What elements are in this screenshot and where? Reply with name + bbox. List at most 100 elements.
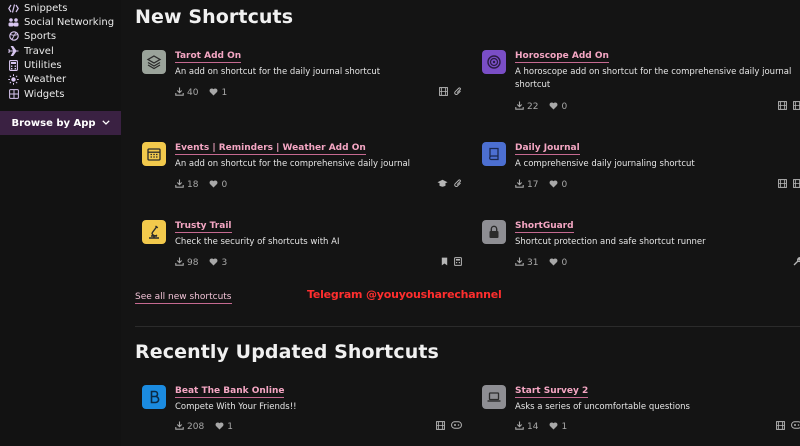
- download-count: 18: [187, 180, 199, 190]
- code-icon: [8, 3, 19, 14]
- graduation-cap-icon: [437, 179, 448, 191]
- shortcut-name-link[interactable]: Start Survey 2: [515, 386, 589, 398]
- lock-icon: [482, 220, 506, 244]
- calendar-icon: [142, 142, 166, 166]
- like-count: 3: [221, 258, 228, 268]
- sidebar-item-label: Snippets: [24, 2, 68, 14]
- calculator-icon: [8, 59, 19, 71]
- film-icon: [793, 179, 800, 191]
- laptop-icon: [482, 385, 506, 409]
- shortcut-card[interactable]: Start Survey 2 Asks a series of uncomfor…: [482, 385, 800, 446]
- download-icon: [515, 179, 524, 191]
- download-icon: [515, 101, 524, 113]
- shortcut-tags: [776, 421, 800, 433]
- shortcut-tags: [439, 87, 462, 99]
- heart-icon: [549, 421, 558, 433]
- like-count: 0: [561, 258, 568, 268]
- shortcut-stats: 208 1: [175, 421, 233, 433]
- download-icon: [515, 257, 524, 269]
- shortcut-description: An add on shortcut for the daily journal…: [175, 67, 381, 77]
- heart-icon: [549, 179, 558, 191]
- shortcut-description: Compete With Your Friends!!: [175, 402, 297, 412]
- film-icon: [436, 421, 445, 433]
- download-icon: [515, 421, 524, 433]
- download-count: 22: [527, 102, 539, 112]
- sidebar-item-label: Widgets: [24, 88, 65, 100]
- download-count: 17: [527, 180, 539, 190]
- sidebar: Snippets Social Networking Sports Travel…: [0, 0, 121, 446]
- b-icon: [142, 385, 166, 409]
- shortcut-description: Asks a series of uncomfortable questions: [515, 402, 690, 412]
- shortcut-name-link[interactable]: ShortGuard: [515, 221, 574, 233]
- section-title-new-shortcuts: New Shortcuts: [135, 6, 294, 28]
- like-count: 0: [221, 180, 228, 190]
- shortcut-tags: [436, 421, 462, 433]
- shortcut-card[interactable]: Events | Reminders | Weather Add On An a…: [142, 142, 462, 206]
- shortcut-name-link[interactable]: Events | Reminders | Weather Add On: [175, 143, 366, 155]
- target-icon: [482, 50, 506, 74]
- gamepad-icon: [451, 421, 462, 433]
- book-icon: [482, 142, 506, 166]
- sidebar-item-label: Utilities: [24, 59, 62, 71]
- download-count: 98: [187, 258, 199, 268]
- shortcut-name-link[interactable]: Trusty Trail: [175, 221, 232, 233]
- ball-icon: [8, 31, 19, 42]
- shortcut-stats: 98 3: [175, 257, 227, 269]
- shortcut-stats: 18 0: [175, 179, 227, 191]
- sidebar-item-widgets[interactable]: Widgets: [8, 87, 64, 101]
- browse-by-app-label: Browse by App: [11, 117, 96, 129]
- shortcut-card[interactable]: Tarot Add On An add on shortcut for the …: [142, 50, 462, 114]
- telegram-watermark: Telegram @youyousharechannel: [307, 288, 502, 301]
- download-icon: [175, 421, 184, 433]
- shortcut-card[interactable]: ShortGuard Shortcut protection and safe …: [482, 220, 800, 284]
- shortcut-tags: [793, 257, 800, 269]
- browse-by-app-button[interactable]: Browse by App: [0, 111, 121, 135]
- shortcut-description: Shortcut protection and safe shortcut ru…: [515, 237, 706, 247]
- shortcut-tags: [437, 179, 462, 191]
- film-icon: [793, 101, 800, 113]
- paperclip-icon: [454, 179, 462, 191]
- heart-icon: [209, 87, 218, 99]
- sidebar-item-snippets[interactable]: Snippets: [8, 1, 67, 15]
- sidebar-item-utilities[interactable]: Utilities: [8, 58, 62, 72]
- like-count: 1: [221, 88, 228, 98]
- shortcut-tags: [778, 179, 800, 191]
- heart-icon: [209, 179, 218, 191]
- grid-icon: [8, 89, 19, 100]
- sidebar-item-label: Sports: [24, 30, 57, 42]
- like-count: 1: [561, 422, 568, 432]
- sidebar-item-label: Social Networking: [24, 16, 115, 28]
- section-title-recently-updated: Recently Updated Shortcuts: [135, 341, 439, 363]
- film-icon: [776, 421, 785, 433]
- shortcut-name-link[interactable]: Horoscope Add On: [515, 51, 609, 63]
- see-all-new-shortcuts-link[interactable]: See all new shortcuts: [135, 292, 232, 304]
- sidebar-item-travel[interactable]: Travel: [8, 44, 54, 58]
- shortcut-name-link[interactable]: Tarot Add On: [175, 51, 242, 63]
- like-count: 1: [227, 422, 233, 432]
- shortcut-description: Check the security of shortcuts with AI: [175, 237, 340, 247]
- download-count: 14: [527, 422, 539, 432]
- download-count: 208: [187, 422, 205, 432]
- plane-icon: [8, 46, 19, 57]
- sidebar-item-weather[interactable]: Weather: [8, 72, 66, 86]
- download-icon: [175, 179, 184, 191]
- sidebar-item-label: Travel: [24, 45, 54, 57]
- heart-icon: [209, 257, 218, 269]
- sidebar-item-sports[interactable]: Sports: [8, 29, 56, 43]
- shortcut-name-link[interactable]: Daily Journal: [515, 143, 580, 155]
- sidebar-item-social-networking[interactable]: Social Networking: [8, 15, 114, 29]
- sidebar-item-label: Weather: [24, 73, 67, 85]
- shortcut-stats: 40 1: [175, 87, 227, 99]
- section-divider: [135, 326, 800, 327]
- film-icon: [778, 179, 787, 191]
- calculator-icon: [454, 257, 462, 269]
- heart-icon: [549, 101, 558, 113]
- shortcut-tags: [778, 101, 800, 113]
- main-content: New Shortcuts Tarot Add On An add on sho…: [121, 0, 800, 446]
- shortcut-card[interactable]: Trusty Trail Check the security of short…: [142, 220, 462, 284]
- shortcut-card[interactable]: Horoscope Add On A horoscope add on shor…: [482, 50, 800, 114]
- shortcut-card[interactable]: Daily Journal A comprehensive daily jour…: [482, 142, 800, 206]
- shortcut-card[interactable]: Beat The Bank Online Compete With Your F…: [142, 385, 462, 446]
- shortcut-description: A comprehensive daily journaling shortcu…: [515, 159, 695, 169]
- shortcut-name-link[interactable]: Beat The Bank Online: [175, 386, 285, 398]
